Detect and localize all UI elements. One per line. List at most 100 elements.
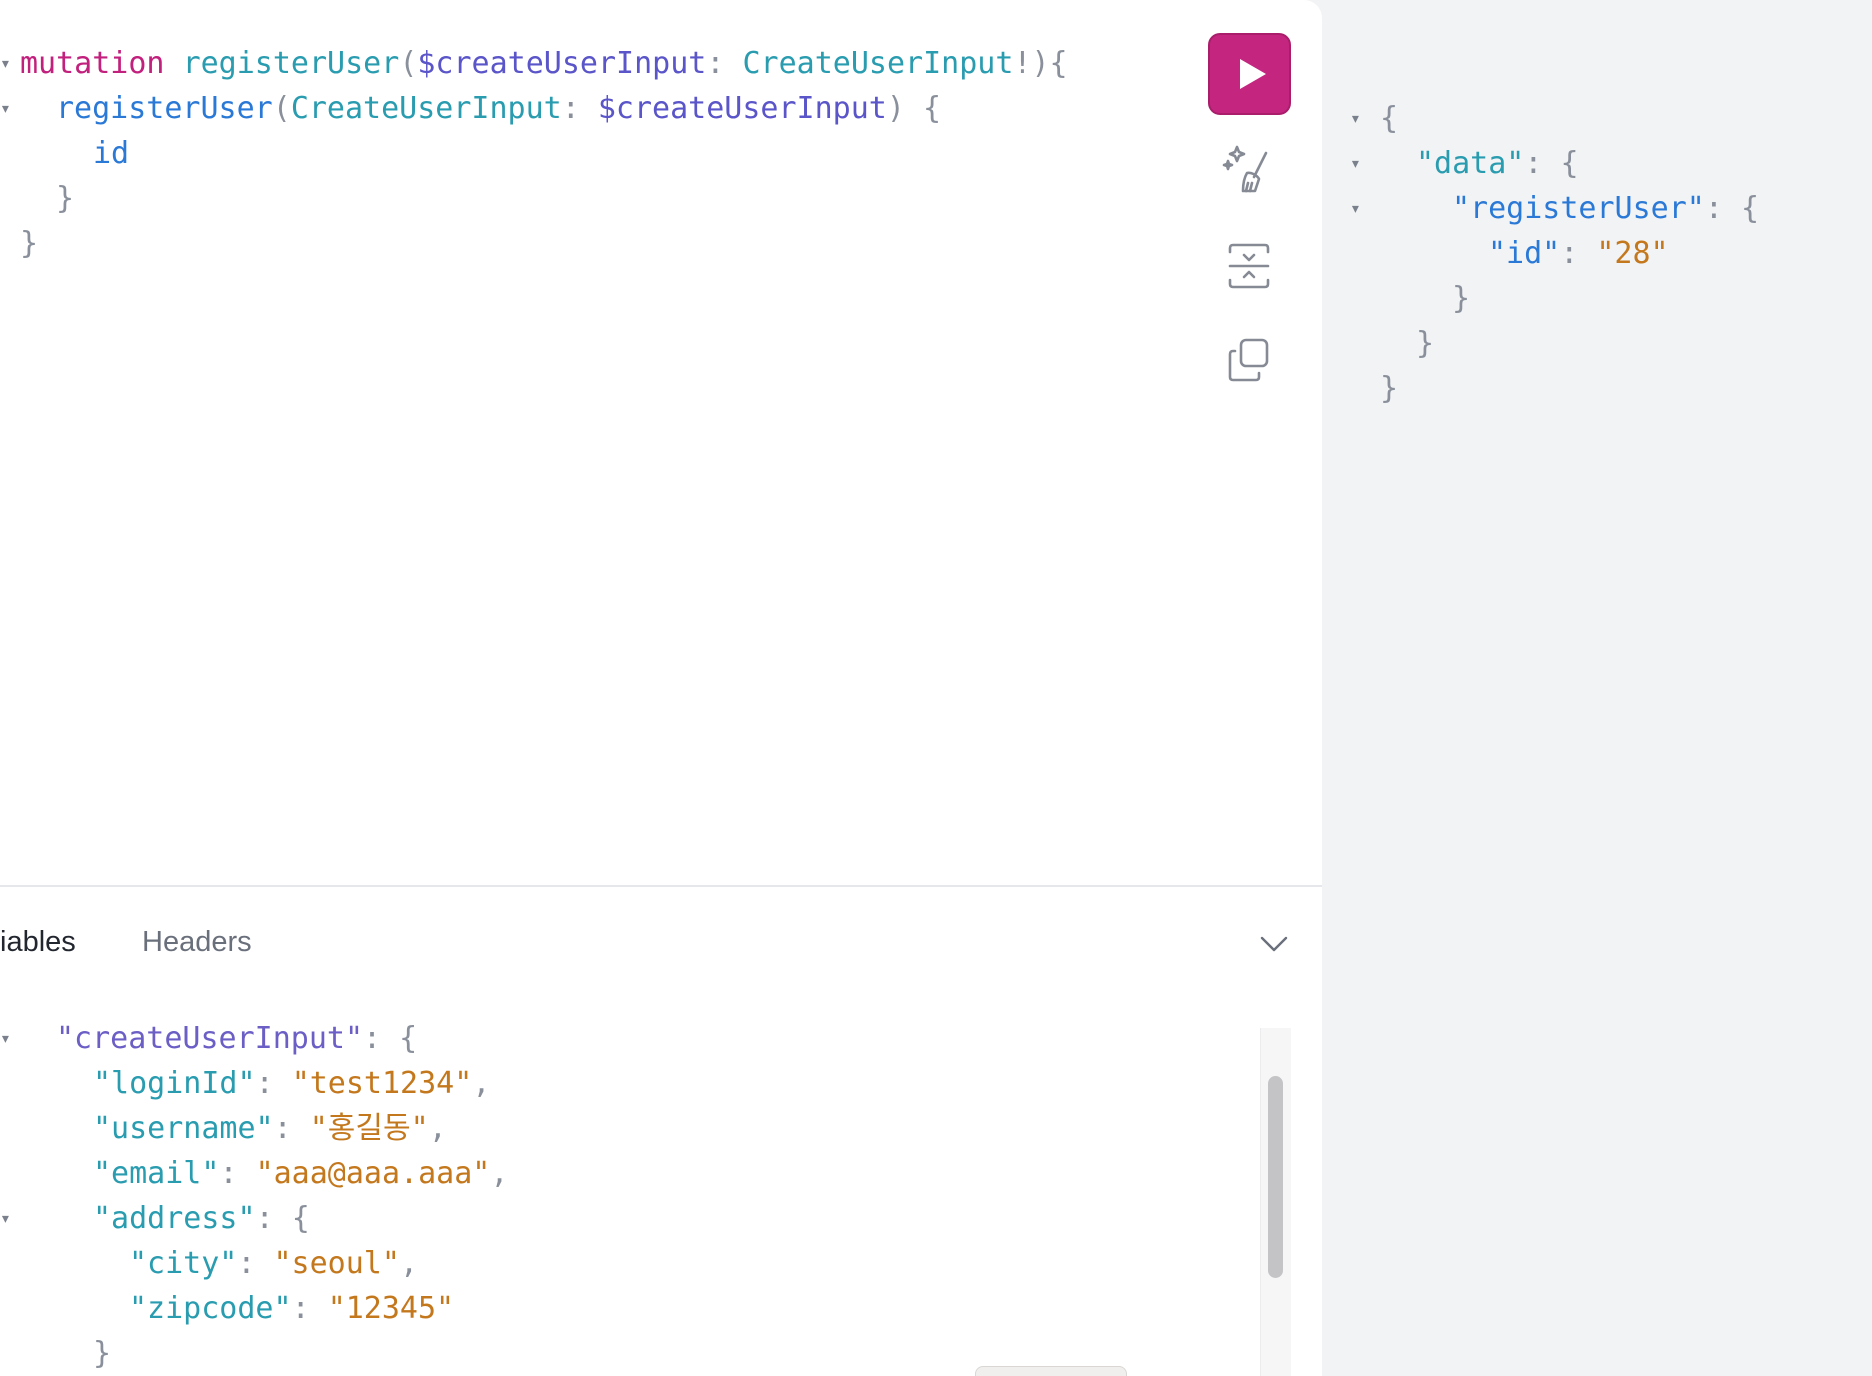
json-key: "id" bbox=[1488, 236, 1561, 271]
punctuation: : bbox=[255, 1201, 274, 1236]
json-key: "email" bbox=[93, 1156, 220, 1191]
punctuation: : bbox=[561, 91, 580, 126]
code-line[interactable]: "address": { bbox=[93, 1201, 310, 1237]
punctuation: } bbox=[93, 1336, 112, 1371]
code-line: } bbox=[1380, 371, 1398, 407]
type-name: CreateUserInput bbox=[742, 46, 1014, 81]
copy-query-button[interactable] bbox=[1221, 333, 1277, 389]
punctuation: : bbox=[219, 1156, 238, 1191]
code-line[interactable]: "createUserInput": { bbox=[56, 1021, 417, 1057]
scrollbar-thumb[interactable] bbox=[1268, 1076, 1283, 1278]
code-line[interactable]: "city": "seoul", bbox=[129, 1246, 418, 1282]
json-string: "aaa@aaa.aaa" bbox=[255, 1156, 491, 1191]
variable-name: $createUserInput bbox=[597, 91, 887, 126]
argument-name: CreateUserInput bbox=[290, 91, 562, 126]
fold-toggle-icon[interactable]: ▾ bbox=[0, 1201, 11, 1237]
bottom-tab[interactable] bbox=[975, 1366, 1127, 1376]
punctuation: { bbox=[922, 91, 942, 126]
merge-fragments-icon bbox=[1228, 243, 1270, 289]
json-string: "seoul" bbox=[273, 1246, 400, 1281]
punctuation: , bbox=[472, 1066, 491, 1101]
chevron-down-icon bbox=[1260, 936, 1288, 952]
json-key: "zipcode" bbox=[129, 1291, 292, 1326]
code-line: "data": { bbox=[1416, 146, 1579, 182]
punctuation: : bbox=[363, 1021, 382, 1056]
keyword: mutation bbox=[20, 46, 165, 81]
punctuation: { bbox=[1380, 101, 1399, 136]
json-key: "loginId" bbox=[93, 1066, 256, 1101]
punctuation: : bbox=[255, 1066, 274, 1101]
code-line[interactable]: "username": "홍길동", bbox=[93, 1111, 447, 1147]
code-line[interactable]: "loginId": "test1234", bbox=[93, 1066, 490, 1102]
operation-name: registerUser bbox=[182, 46, 400, 81]
tab-variables[interactable]: iables bbox=[0, 922, 76, 962]
editor-divider[interactable] bbox=[0, 885, 1322, 887]
punctuation: : bbox=[273, 1111, 292, 1146]
json-key: "registerUser" bbox=[1452, 191, 1705, 226]
json-string: "12345" bbox=[327, 1291, 455, 1326]
run-button[interactable] bbox=[1208, 33, 1291, 115]
json-key: "username" bbox=[93, 1111, 274, 1146]
code-line: "registerUser": { bbox=[1452, 191, 1759, 227]
variable-name: $createUserInput bbox=[417, 46, 707, 81]
response-panel: ▾ { ▾ "data": { ▾ "registerUser": { "id"… bbox=[1322, 0, 1872, 1376]
punctuation: : bbox=[291, 1291, 310, 1326]
json-key: "city" bbox=[129, 1246, 238, 1281]
punctuation: : bbox=[1704, 191, 1723, 226]
punctuation: { bbox=[1560, 146, 1579, 181]
punctuation: ) bbox=[886, 91, 905, 126]
fold-toggle-icon[interactable]: ▾ bbox=[1350, 101, 1361, 137]
punctuation: !){ bbox=[1013, 46, 1068, 81]
code-line: } bbox=[1416, 326, 1434, 362]
punctuation: , bbox=[428, 1111, 447, 1146]
punctuation: } bbox=[20, 226, 39, 261]
fold-toggle-icon[interactable]: ▾ bbox=[0, 46, 11, 82]
json-string: "test1234" bbox=[291, 1066, 473, 1101]
tab-headers[interactable]: Headers bbox=[142, 922, 252, 962]
fold-toggle-icon[interactable]: ▾ bbox=[1350, 191, 1361, 227]
punctuation: } bbox=[1416, 326, 1435, 361]
json-key: "createUserInput" bbox=[56, 1021, 364, 1056]
punctuation: } bbox=[1380, 371, 1399, 406]
json-key: "address" bbox=[93, 1201, 256, 1236]
field-name: registerUser bbox=[56, 91, 273, 126]
punctuation: : bbox=[1560, 236, 1579, 271]
prettify-button[interactable] bbox=[1221, 143, 1277, 199]
punctuation: , bbox=[399, 1246, 418, 1281]
punctuation: } bbox=[56, 181, 75, 216]
code-line[interactable]: } bbox=[20, 226, 38, 262]
code-line: } bbox=[1452, 281, 1470, 317]
code-line[interactable]: "zipcode": "12345" bbox=[129, 1291, 454, 1327]
punctuation: } bbox=[1452, 281, 1471, 316]
merge-fragments-button[interactable] bbox=[1221, 238, 1277, 294]
code-line: { bbox=[1380, 101, 1398, 137]
fold-toggle-icon[interactable]: ▾ bbox=[0, 91, 11, 127]
code-line: "id": "28" bbox=[1488, 236, 1669, 272]
magic-wand-icon bbox=[1222, 145, 1268, 193]
copy-icon bbox=[1228, 338, 1269, 382]
json-string: "홍길동" bbox=[309, 1111, 429, 1146]
collapse-editor-tools-button[interactable] bbox=[1254, 924, 1294, 964]
punctuation: { bbox=[1741, 191, 1760, 226]
json-string: "28" bbox=[1596, 236, 1669, 271]
punctuation: ( bbox=[272, 91, 291, 126]
punctuation: ( bbox=[399, 46, 418, 81]
code-line[interactable]: } bbox=[56, 181, 74, 217]
code-line[interactable]: "email": "aaa@aaa.aaa", bbox=[93, 1156, 508, 1192]
punctuation: : bbox=[237, 1246, 256, 1281]
code-line[interactable]: } bbox=[93, 1336, 111, 1372]
code-line[interactable]: mutation registerUser($createUserInput: … bbox=[20, 46, 1068, 82]
code-line[interactable]: registerUser(CreateUserInput: $createUse… bbox=[56, 91, 941, 127]
punctuation: , bbox=[490, 1156, 509, 1191]
punctuation: : bbox=[1524, 146, 1543, 181]
fold-toggle-icon[interactable]: ▾ bbox=[0, 1021, 11, 1057]
punctuation: { bbox=[291, 1201, 310, 1236]
json-key: "data" bbox=[1416, 146, 1525, 181]
fold-toggle-icon[interactable]: ▾ bbox=[1350, 146, 1361, 182]
punctuation: { bbox=[399, 1021, 418, 1056]
code-line[interactable]: id bbox=[93, 136, 129, 172]
play-icon bbox=[1240, 59, 1266, 89]
editor-panel: ▾ mutation registerUser($createUserInput… bbox=[0, 0, 1322, 1376]
punctuation: : bbox=[706, 46, 725, 81]
field-name: id bbox=[93, 136, 130, 171]
